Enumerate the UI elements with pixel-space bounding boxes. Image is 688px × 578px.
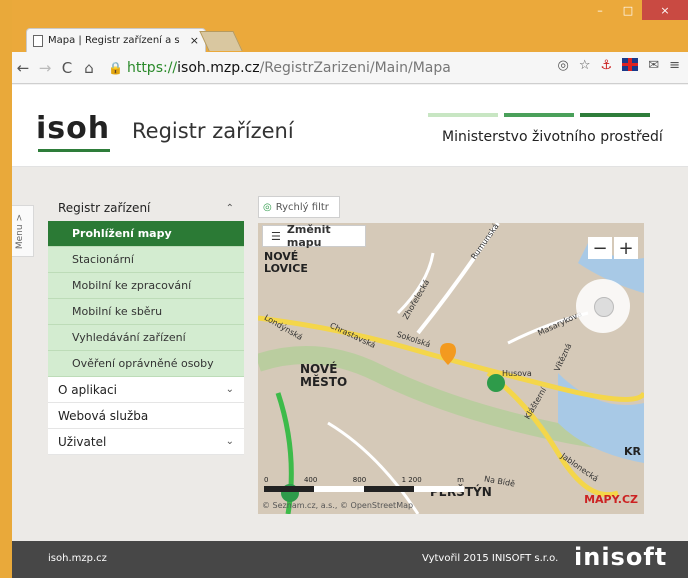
scale-label-unit: m bbox=[457, 476, 464, 484]
isoh-logo[interactable]: isoh bbox=[36, 111, 110, 146]
footer-credits: Vytvořil 2015 INISOFT s.r.o. bbox=[422, 553, 559, 564]
map-label-kr: KR bbox=[624, 445, 641, 458]
footer-domain-link[interactable]: isoh.mzp.cz bbox=[48, 553, 107, 564]
sidebar-group-label: O aplikaci bbox=[58, 382, 117, 397]
tab-close-icon[interactable]: × bbox=[190, 34, 199, 47]
map-label-nove-lovice: NOVÉ LOVICE bbox=[264, 250, 308, 275]
menu-toggle-label: Menu > bbox=[15, 214, 25, 250]
url-path: /RegistrZarizeni/Main/Mapa bbox=[259, 59, 451, 76]
map-view[interactable]: ☰ Změnit mapu NOVÉ LOVICE NOVÉ MĚSTO PER… bbox=[258, 223, 644, 514]
forward-icon[interactable]: → bbox=[34, 59, 56, 77]
map-label-husova: Husova bbox=[502, 369, 532, 378]
chevron-down-icon: ⌄ bbox=[225, 436, 234, 447]
sidebar-item-vyhledavani[interactable]: Vyhledávání zařízení bbox=[48, 325, 244, 351]
tab-title: Mapa | Registr zařízení a s bbox=[48, 35, 180, 46]
sidebar-item-prohlizeni-mapy[interactable]: Prohlížení mapy bbox=[48, 221, 244, 247]
menu-icon[interactable]: ≡ bbox=[669, 58, 680, 73]
scale-label-400: 400 bbox=[303, 476, 318, 484]
browser-window: Mapa | Registr zařízení a s × – □ × ← → … bbox=[12, 0, 688, 578]
extension-icon[interactable]: ⚓ bbox=[601, 58, 613, 73]
browser-toolbar: ← → C ⌂ 🔒 https:// isoh.mzp.cz /RegistrZ… bbox=[12, 52, 688, 84]
address-bar[interactable]: 🔒 https:// isoh.mzp.cz /RegistrZarizeni/… bbox=[108, 57, 528, 79]
mail-icon[interactable]: ✉ bbox=[648, 58, 659, 73]
home-icon[interactable]: ⌂ bbox=[78, 59, 100, 77]
ministry-name: Ministerstvo životního prostředí bbox=[442, 129, 663, 145]
zoom-in-button[interactable]: + bbox=[614, 237, 638, 259]
site-footer: isoh.mzp.cz Vytvořil 2015 INISOFT s.r.o.… bbox=[12, 541, 688, 578]
zoom-out-button[interactable]: − bbox=[588, 237, 612, 259]
scale-label-1200: 1 200 bbox=[401, 476, 422, 484]
sidebar-group-registr[interactable]: Registr zařízení ⌃ bbox=[48, 195, 244, 221]
zoom-controls: − + bbox=[588, 237, 638, 259]
url-scheme: https:// bbox=[126, 59, 178, 76]
page: isoh Registr zařízení Ministerstvo život… bbox=[12, 85, 688, 578]
document-icon bbox=[33, 34, 43, 47]
change-map-button[interactable]: ☰ Změnit mapu bbox=[262, 223, 366, 249]
change-map-label: Změnit mapu bbox=[286, 223, 331, 249]
back-icon[interactable]: ← bbox=[12, 59, 34, 77]
filter-pin-icon: ◎ bbox=[263, 201, 272, 213]
sidebar-item-stacionarni[interactable]: Stacionární bbox=[48, 247, 244, 273]
url-host: isoh.mzp.cz bbox=[177, 59, 260, 76]
quick-filter-button[interactable]: ◎ Rychlý filtr bbox=[258, 196, 340, 218]
sidebar-group-label: Uživatel bbox=[58, 434, 107, 449]
browser-tab[interactable]: Mapa | Registr zařízení a s × bbox=[26, 28, 206, 52]
layers-icon: ☰ bbox=[271, 229, 281, 243]
app-name: Registr zařízení bbox=[132, 119, 294, 143]
chevron-down-icon: ⌄ bbox=[225, 384, 234, 395]
logo-underline bbox=[38, 149, 110, 152]
menu-toggle[interactable]: Menu > bbox=[12, 205, 34, 257]
bar-light bbox=[428, 113, 498, 117]
window-controls: – □ × bbox=[586, 0, 688, 22]
title-bar: Mapa | Registr zařízení a s × – □ × bbox=[12, 0, 688, 52]
bar-dark bbox=[580, 113, 650, 117]
sidebar-item-mobilni-zpracovani[interactable]: Mobilní ke zpracování bbox=[48, 273, 244, 299]
sidebar-group-o-aplikaci[interactable]: O aplikaci ⌄ bbox=[48, 377, 244, 403]
ministry-color-bars bbox=[428, 113, 650, 117]
reload-icon[interactable]: C bbox=[56, 59, 78, 77]
sidebar-item-mobilni-sber[interactable]: Mobilní ke sběru bbox=[48, 299, 244, 325]
site-header: isoh Registr zařízení Ministerstvo život… bbox=[12, 85, 688, 167]
maximize-button[interactable]: □ bbox=[614, 0, 642, 20]
sidebar-group-label: Registr zařízení bbox=[58, 201, 151, 215]
sidebar-group-uzivatel[interactable]: Uživatel ⌄ bbox=[48, 429, 244, 455]
sidebar-item-webova-sluzba[interactable]: Webová služba bbox=[48, 403, 244, 429]
inisoft-logo[interactable]: inisoft bbox=[574, 543, 667, 571]
star-icon[interactable]: ☆ bbox=[579, 58, 591, 73]
close-button[interactable]: × bbox=[642, 0, 688, 20]
sidebar: Registr zařízení ⌃ Prohlížení mapy Staci… bbox=[48, 195, 244, 455]
sidebar-item-label: Webová služba bbox=[58, 408, 149, 423]
mapy-cz-logo[interactable]: MAPY.CZ bbox=[584, 493, 638, 506]
minimize-button[interactable]: – bbox=[586, 0, 614, 20]
map-scale-labels: 0 400 800 1 200 m bbox=[264, 476, 464, 484]
map-copyright[interactable]: © Seznam.cz, a.s., © OpenStreetMap bbox=[262, 501, 413, 510]
scale-label-800: 800 bbox=[352, 476, 367, 484]
uk-flag-icon[interactable] bbox=[622, 58, 639, 71]
quick-filter-label: Rychlý filtr bbox=[275, 201, 329, 213]
chevron-up-icon: ⌃ bbox=[225, 202, 234, 214]
sidebar-item-overeni[interactable]: Ověření oprávněné osoby bbox=[48, 351, 244, 377]
pan-control-icon[interactable] bbox=[576, 279, 630, 333]
lock-icon: 🔒 bbox=[108, 60, 123, 75]
scale-label-0: 0 bbox=[264, 476, 269, 484]
toolbar-extensions: ◎ ☆ ⚓ ✉ ≡ bbox=[558, 58, 680, 73]
map-label-nove-mesto: NOVÉ MĚSTO bbox=[300, 362, 348, 389]
map-scale-bar bbox=[264, 486, 464, 492]
location-icon[interactable]: ◎ bbox=[558, 58, 569, 73]
bar-mid bbox=[504, 113, 574, 117]
